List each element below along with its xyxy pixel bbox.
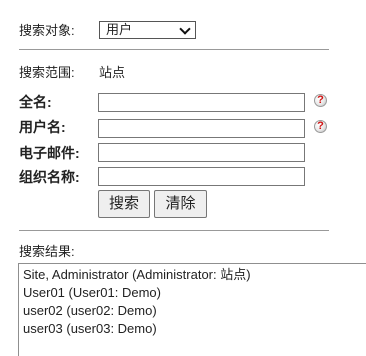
- list-item[interactable]: user03 (user03: Demo): [23, 320, 366, 338]
- help-icon[interactable]: ?: [314, 94, 327, 107]
- email-label: 电子邮件:: [19, 145, 80, 161]
- divider-bottom: [19, 230, 329, 231]
- full-name-label: 全名:: [19, 94, 52, 110]
- username-label: 用户名:: [19, 119, 66, 135]
- search-object-label: 搜索对象:: [19, 23, 75, 38]
- org-name-label: 组织名称:: [19, 169, 80, 185]
- search-object-select[interactable]: 用户: [99, 21, 196, 39]
- search-scope-value: 站点: [99, 65, 126, 80]
- search-button[interactable]: 搜索: [98, 190, 150, 218]
- chevron-down-icon: [179, 23, 191, 35]
- org-name-field[interactable]: [98, 167, 305, 186]
- results-list[interactable]: Site, Administrator (Administrator: 站点) …: [18, 263, 366, 356]
- results-label: 搜索结果:: [19, 244, 75, 259]
- clear-button[interactable]: 清除: [154, 190, 207, 218]
- search-scope-label: 搜索范围:: [19, 65, 75, 80]
- user-search-panel: 搜索对象: 用户 搜索范围: 站点 全名: ? 用户名: ? 电子邮件: 组织名…: [0, 0, 366, 356]
- divider-top: [19, 49, 329, 50]
- full-name-field[interactable]: [98, 93, 305, 112]
- help-icon[interactable]: ?: [314, 120, 327, 133]
- list-item[interactable]: User01 (User01: Demo): [23, 284, 366, 302]
- email-field[interactable]: [98, 143, 305, 162]
- search-object-selected: 用户: [106, 22, 133, 37]
- username-field[interactable]: [98, 119, 305, 138]
- list-item[interactable]: Site, Administrator (Administrator: 站点): [23, 266, 366, 284]
- list-item[interactable]: user02 (user02: Demo): [23, 302, 366, 320]
